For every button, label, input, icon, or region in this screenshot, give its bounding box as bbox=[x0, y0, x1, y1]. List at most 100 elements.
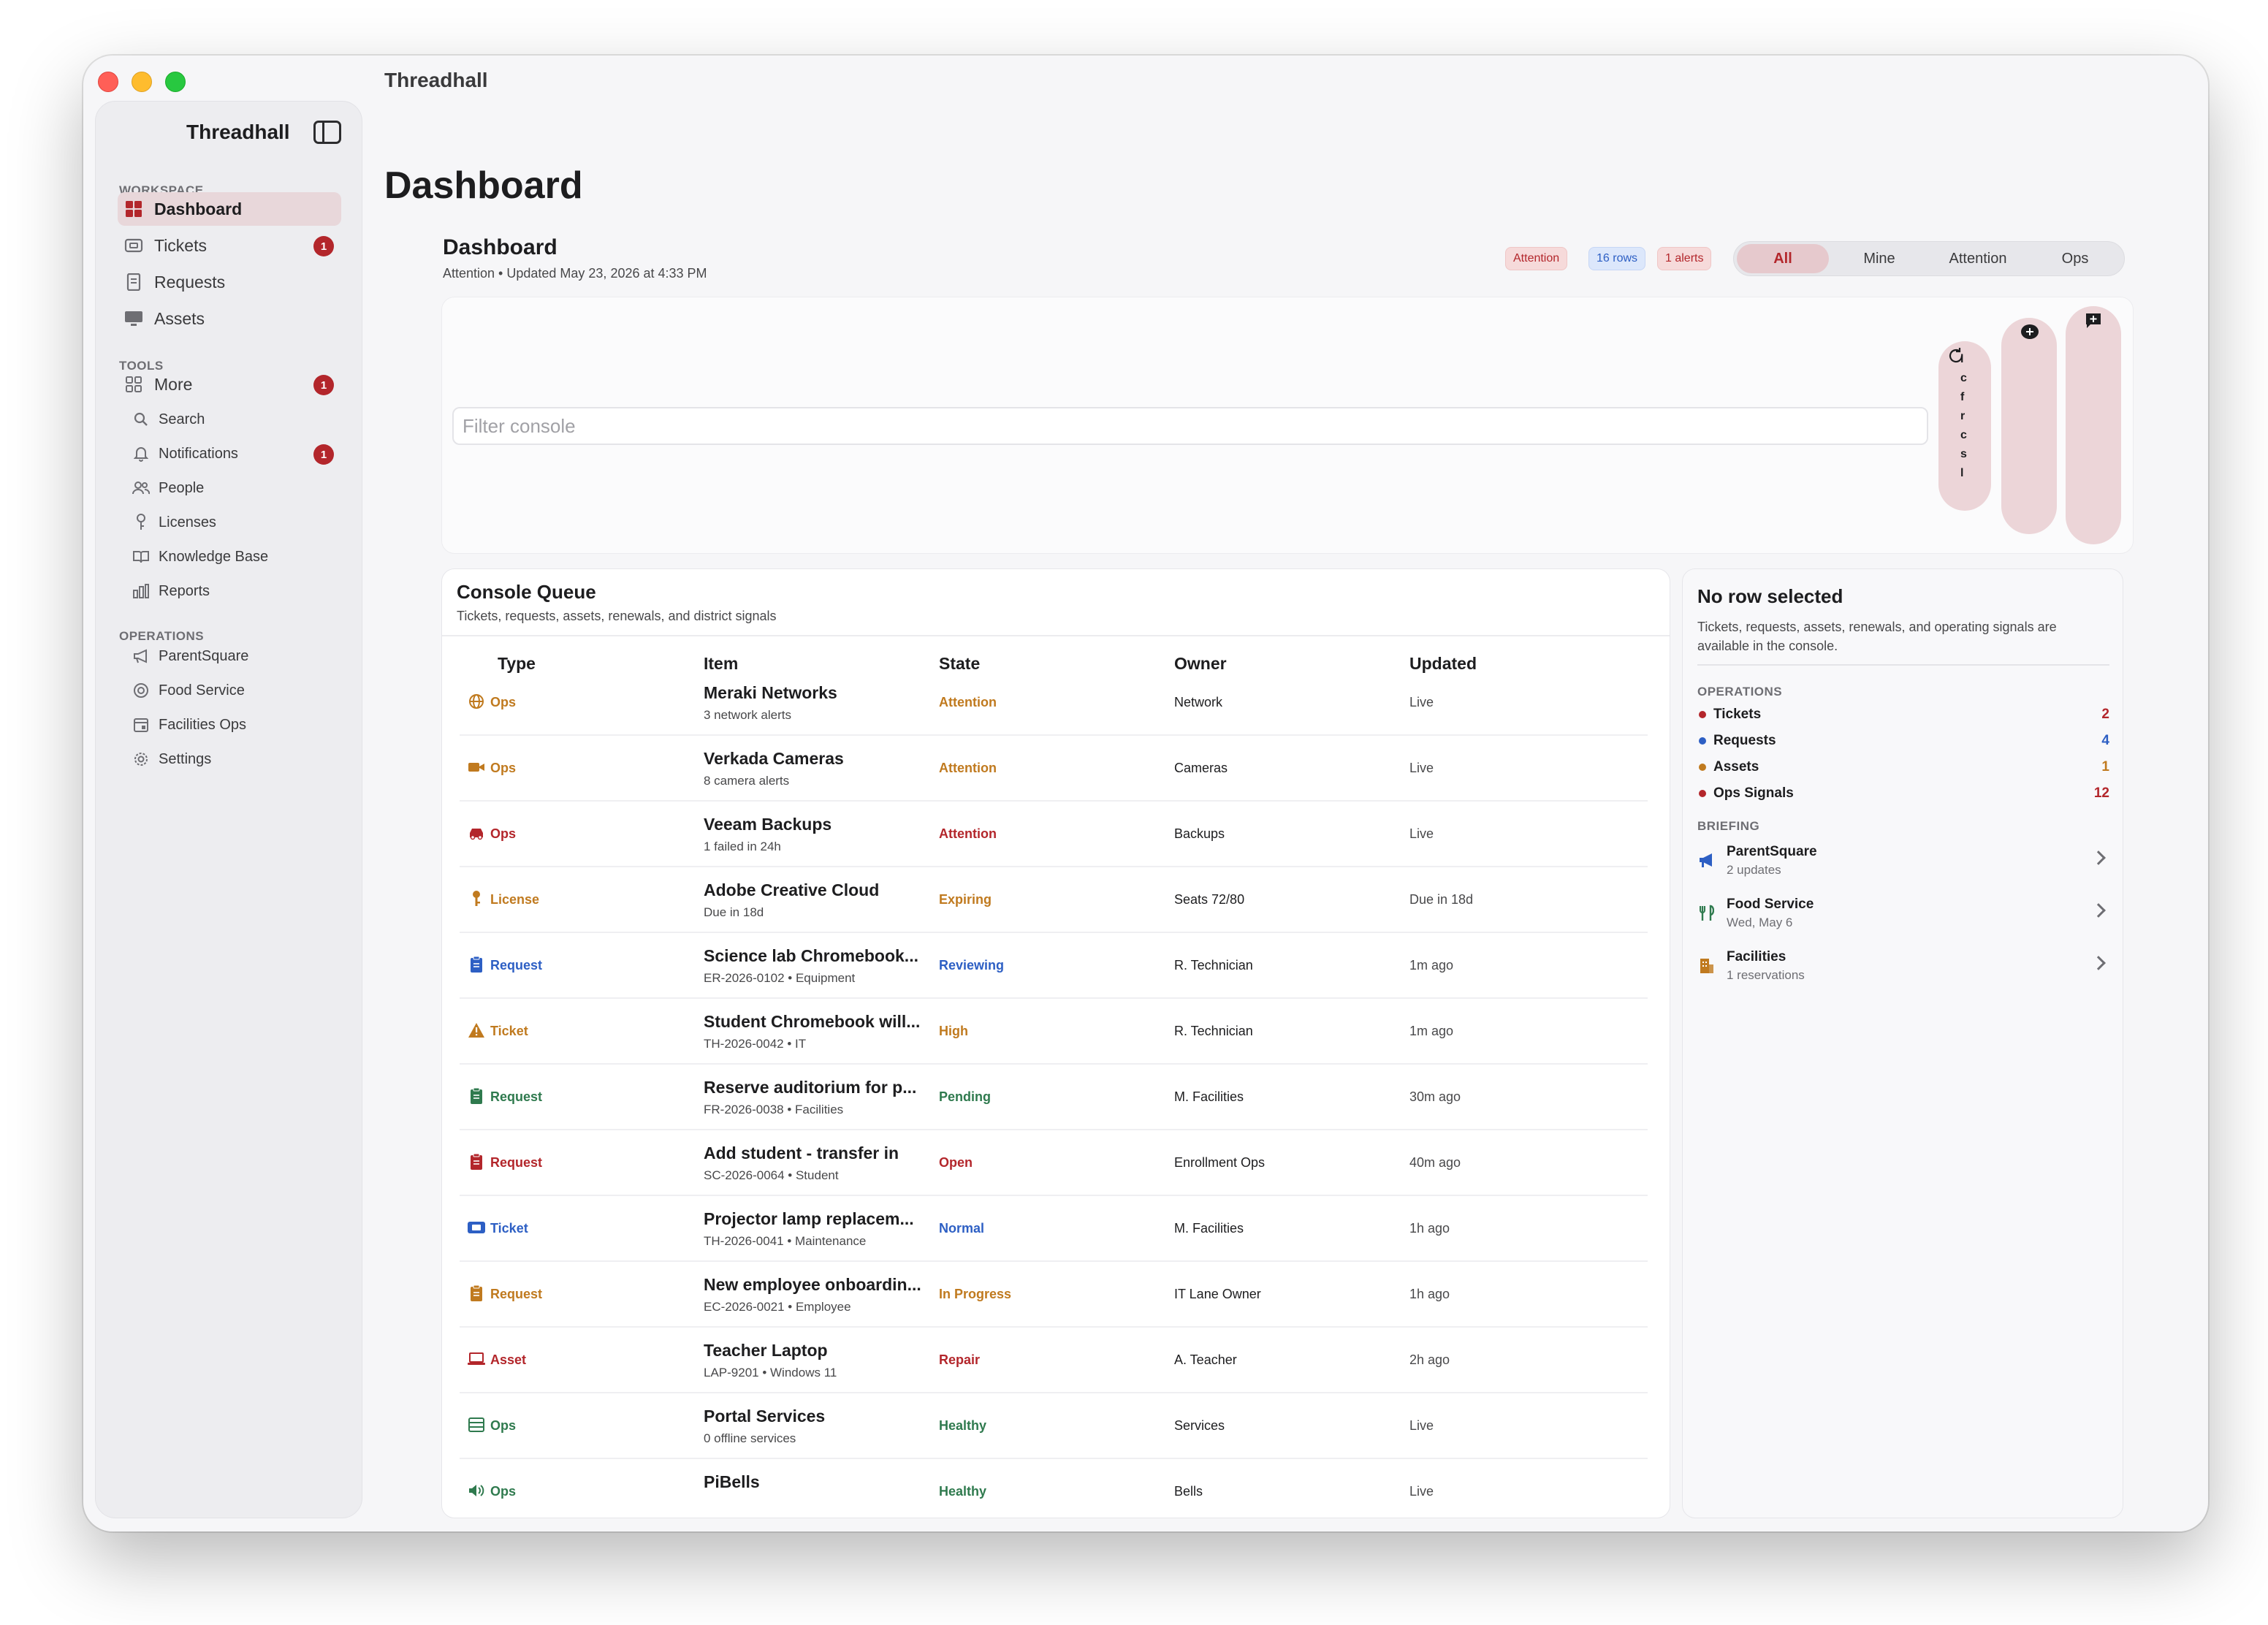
operations-row-tickets[interactable]: Tickets 2 bbox=[1697, 704, 2109, 726]
alerts-count-pill[interactable]: 1 alerts bbox=[1657, 247, 1712, 270]
segment-ops[interactable]: Ops bbox=[2029, 244, 2121, 273]
server-icon bbox=[467, 1415, 486, 1434]
more-count-badge: 1 bbox=[313, 375, 334, 395]
sidebar-item-licenses[interactable]: Licenses bbox=[118, 506, 341, 539]
sidebar-item-search[interactable]: Search bbox=[118, 403, 341, 436]
operations-count: 12 bbox=[2093, 785, 2109, 801]
row-updated: Live bbox=[1409, 761, 1434, 775]
briefing-row-food-service[interactable]: Food Service Wed, May 6 bbox=[1697, 894, 2109, 937]
sidebar-item-parentsquare[interactable]: ParentSquare bbox=[118, 639, 341, 673]
briefing-row-facilities[interactable]: Facilities 1 reservations bbox=[1697, 946, 2109, 990]
row-item-name: Science lab Chromebook... bbox=[704, 946, 918, 965]
row-type: Ticket bbox=[490, 1024, 528, 1038]
new-message-action-pill[interactable] bbox=[2001, 318, 2057, 534]
row-item-name: Teacher Laptop bbox=[704, 1341, 828, 1360]
row-updated: 1h ago bbox=[1409, 1221, 1450, 1236]
table-row[interactable]: Ops Portal Services 0 offline services Heal… bbox=[460, 1393, 1648, 1459]
row-updated: Live bbox=[1409, 695, 1434, 709]
operations-count: 2 bbox=[2101, 707, 2109, 722]
rows-count-pill[interactable]: 16 rows bbox=[1588, 247, 1646, 270]
row-updated: Live bbox=[1409, 1484, 1434, 1499]
operations-label: Tickets bbox=[1713, 707, 1762, 722]
operations-row-ops-signals[interactable]: Ops Signals 12 bbox=[1697, 783, 2109, 804]
sidebar-item-reports[interactable]: Reports bbox=[118, 574, 341, 608]
row-updated: 1h ago bbox=[1409, 1287, 1450, 1301]
sidebar-item-food-service[interactable]: Food Service bbox=[118, 674, 341, 707]
sidebar-item-people[interactable]: People bbox=[118, 471, 341, 505]
row-owner: Bells bbox=[1174, 1484, 1203, 1499]
table-row[interactable]: Ticket Student Chromebook will... TH-2026-… bbox=[460, 999, 1648, 1065]
compose-action-pill[interactable] bbox=[2066, 306, 2121, 544]
segment-attention[interactable]: Attention bbox=[1930, 244, 2026, 273]
row-updated: 40m ago bbox=[1409, 1155, 1461, 1170]
table-row[interactable]: Ops Verkada Cameras 8 camera alerts Attenti… bbox=[460, 736, 1648, 802]
sidebar-item-label: Facilities Ops bbox=[159, 716, 247, 733]
briefing-row-parentsquare[interactable]: ParentSquare 2 updates bbox=[1697, 841, 2109, 885]
table-row[interactable]: Request Add student - transfer in SC-2026-… bbox=[460, 1130, 1648, 1196]
detail-operations-label: OPERATIONS bbox=[1697, 685, 1783, 699]
row-updated: 1m ago bbox=[1409, 958, 1454, 973]
segment-mine[interactable]: Mine bbox=[1833, 244, 1925, 273]
close-window-button[interactable] bbox=[98, 72, 118, 92]
sidebar-app-name: Threadhall bbox=[186, 121, 290, 143]
operations-row-assets[interactable]: Assets 1 bbox=[1697, 756, 2109, 778]
sidebar-item-more[interactable]: More 1 bbox=[118, 368, 341, 401]
table-row[interactable]: Ops PiBells Healthy Bells Live bbox=[460, 1459, 1648, 1518]
sidebar-item-tickets[interactable]: Tickets 1 bbox=[118, 229, 341, 262]
segment-all[interactable]: All bbox=[1737, 244, 1829, 273]
refresh-action-pill[interactable]: lcfrcsl bbox=[1938, 341, 1991, 511]
table-row[interactable]: Ops Veeam Backups 1 failed in 24h Attention… bbox=[460, 802, 1648, 867]
sidebar-item-label: Notifications bbox=[159, 445, 238, 462]
sidebar-item-label: Tickets bbox=[154, 235, 207, 255]
tickets-count-badge: 1 bbox=[313, 236, 334, 256]
row-item-meta: TH-2026-0041 • Maintenance bbox=[704, 1234, 867, 1248]
row-owner: M. Facilities bbox=[1174, 1089, 1244, 1104]
book-icon bbox=[132, 547, 150, 567]
sidebar-header: Threadhall bbox=[96, 116, 363, 154]
row-state: Repair bbox=[939, 1352, 981, 1367]
dashboard-grid-icon bbox=[123, 199, 144, 219]
row-updated: 2h ago bbox=[1409, 1352, 1450, 1367]
row-owner: IT Lane Owner bbox=[1174, 1287, 1261, 1301]
table-row[interactable]: License Adobe Creative Cloud Due in 18d Exp… bbox=[460, 867, 1648, 933]
table-row[interactable]: Ticket Projector lamp replacem... TH-2026-… bbox=[460, 1196, 1648, 1262]
row-state: Pending bbox=[939, 1089, 991, 1104]
sidebar-item-requests[interactable]: Requests bbox=[118, 265, 341, 299]
building-icon bbox=[1697, 956, 1716, 975]
row-item-name: Student Chromebook will... bbox=[704, 1012, 921, 1031]
sidebar-toggle-icon[interactable] bbox=[313, 121, 341, 144]
sidebar-item-dashboard[interactable]: Dashboard bbox=[118, 192, 341, 226]
row-state: Attention bbox=[939, 695, 997, 709]
minimize-window-button[interactable] bbox=[132, 72, 152, 92]
table-row[interactable]: Request Reserve auditorium for p... FR-202… bbox=[460, 1065, 1648, 1130]
row-state: Open bbox=[939, 1155, 973, 1170]
table-row[interactable]: Request New employee onboardin... EC-2026-… bbox=[460, 1262, 1648, 1328]
network-globe-icon bbox=[467, 692, 486, 711]
row-item-meta: 1 failed in 24h bbox=[704, 840, 781, 853]
sidebar-item-assets[interactable]: Assets bbox=[118, 302, 341, 335]
operations-row-requests[interactable]: Requests 4 bbox=[1697, 730, 2109, 752]
row-type: Request bbox=[490, 1089, 543, 1104]
sidebar-item-facilities-ops[interactable]: Facilities Ops bbox=[118, 708, 341, 742]
row-item-name: PiBells bbox=[704, 1472, 760, 1491]
sidebar-item-notifications[interactable]: Notifications 1 bbox=[118, 437, 341, 471]
zoom-window-button[interactable] bbox=[165, 72, 186, 92]
filter-console-input[interactable]: Filter console bbox=[452, 407, 1928, 445]
row-owner: M. Facilities bbox=[1174, 1221, 1244, 1236]
key-icon bbox=[467, 889, 486, 908]
table-row[interactable]: Ops Meraki Networks 3 network alerts Attent… bbox=[460, 670, 1648, 736]
ticket-icon bbox=[123, 235, 144, 256]
sidebar-item-knowledge-base[interactable]: Knowledge Base bbox=[118, 540, 341, 574]
table-row[interactable]: Asset Teacher Laptop LAP-9201 • Windows 11… bbox=[460, 1328, 1648, 1393]
row-state: Reviewing bbox=[939, 958, 1005, 973]
row-item-meta: TH-2026-0042 • IT bbox=[704, 1037, 807, 1051]
sidebar-item-settings[interactable]: Settings bbox=[118, 742, 341, 776]
briefing-subtitle: 1 reservations bbox=[1727, 968, 1805, 982]
briefing-title: Food Service bbox=[1727, 897, 1814, 912]
page-title: Dashboard bbox=[384, 164, 583, 207]
row-type: Ops bbox=[490, 1484, 517, 1499]
table-row[interactable]: Request Science lab Chromebook... ER-2026-… bbox=[460, 933, 1648, 999]
row-state: Normal bbox=[939, 1221, 985, 1236]
operations-count: 1 bbox=[2101, 759, 2109, 775]
attention-pill[interactable]: Attention bbox=[1505, 247, 1568, 270]
